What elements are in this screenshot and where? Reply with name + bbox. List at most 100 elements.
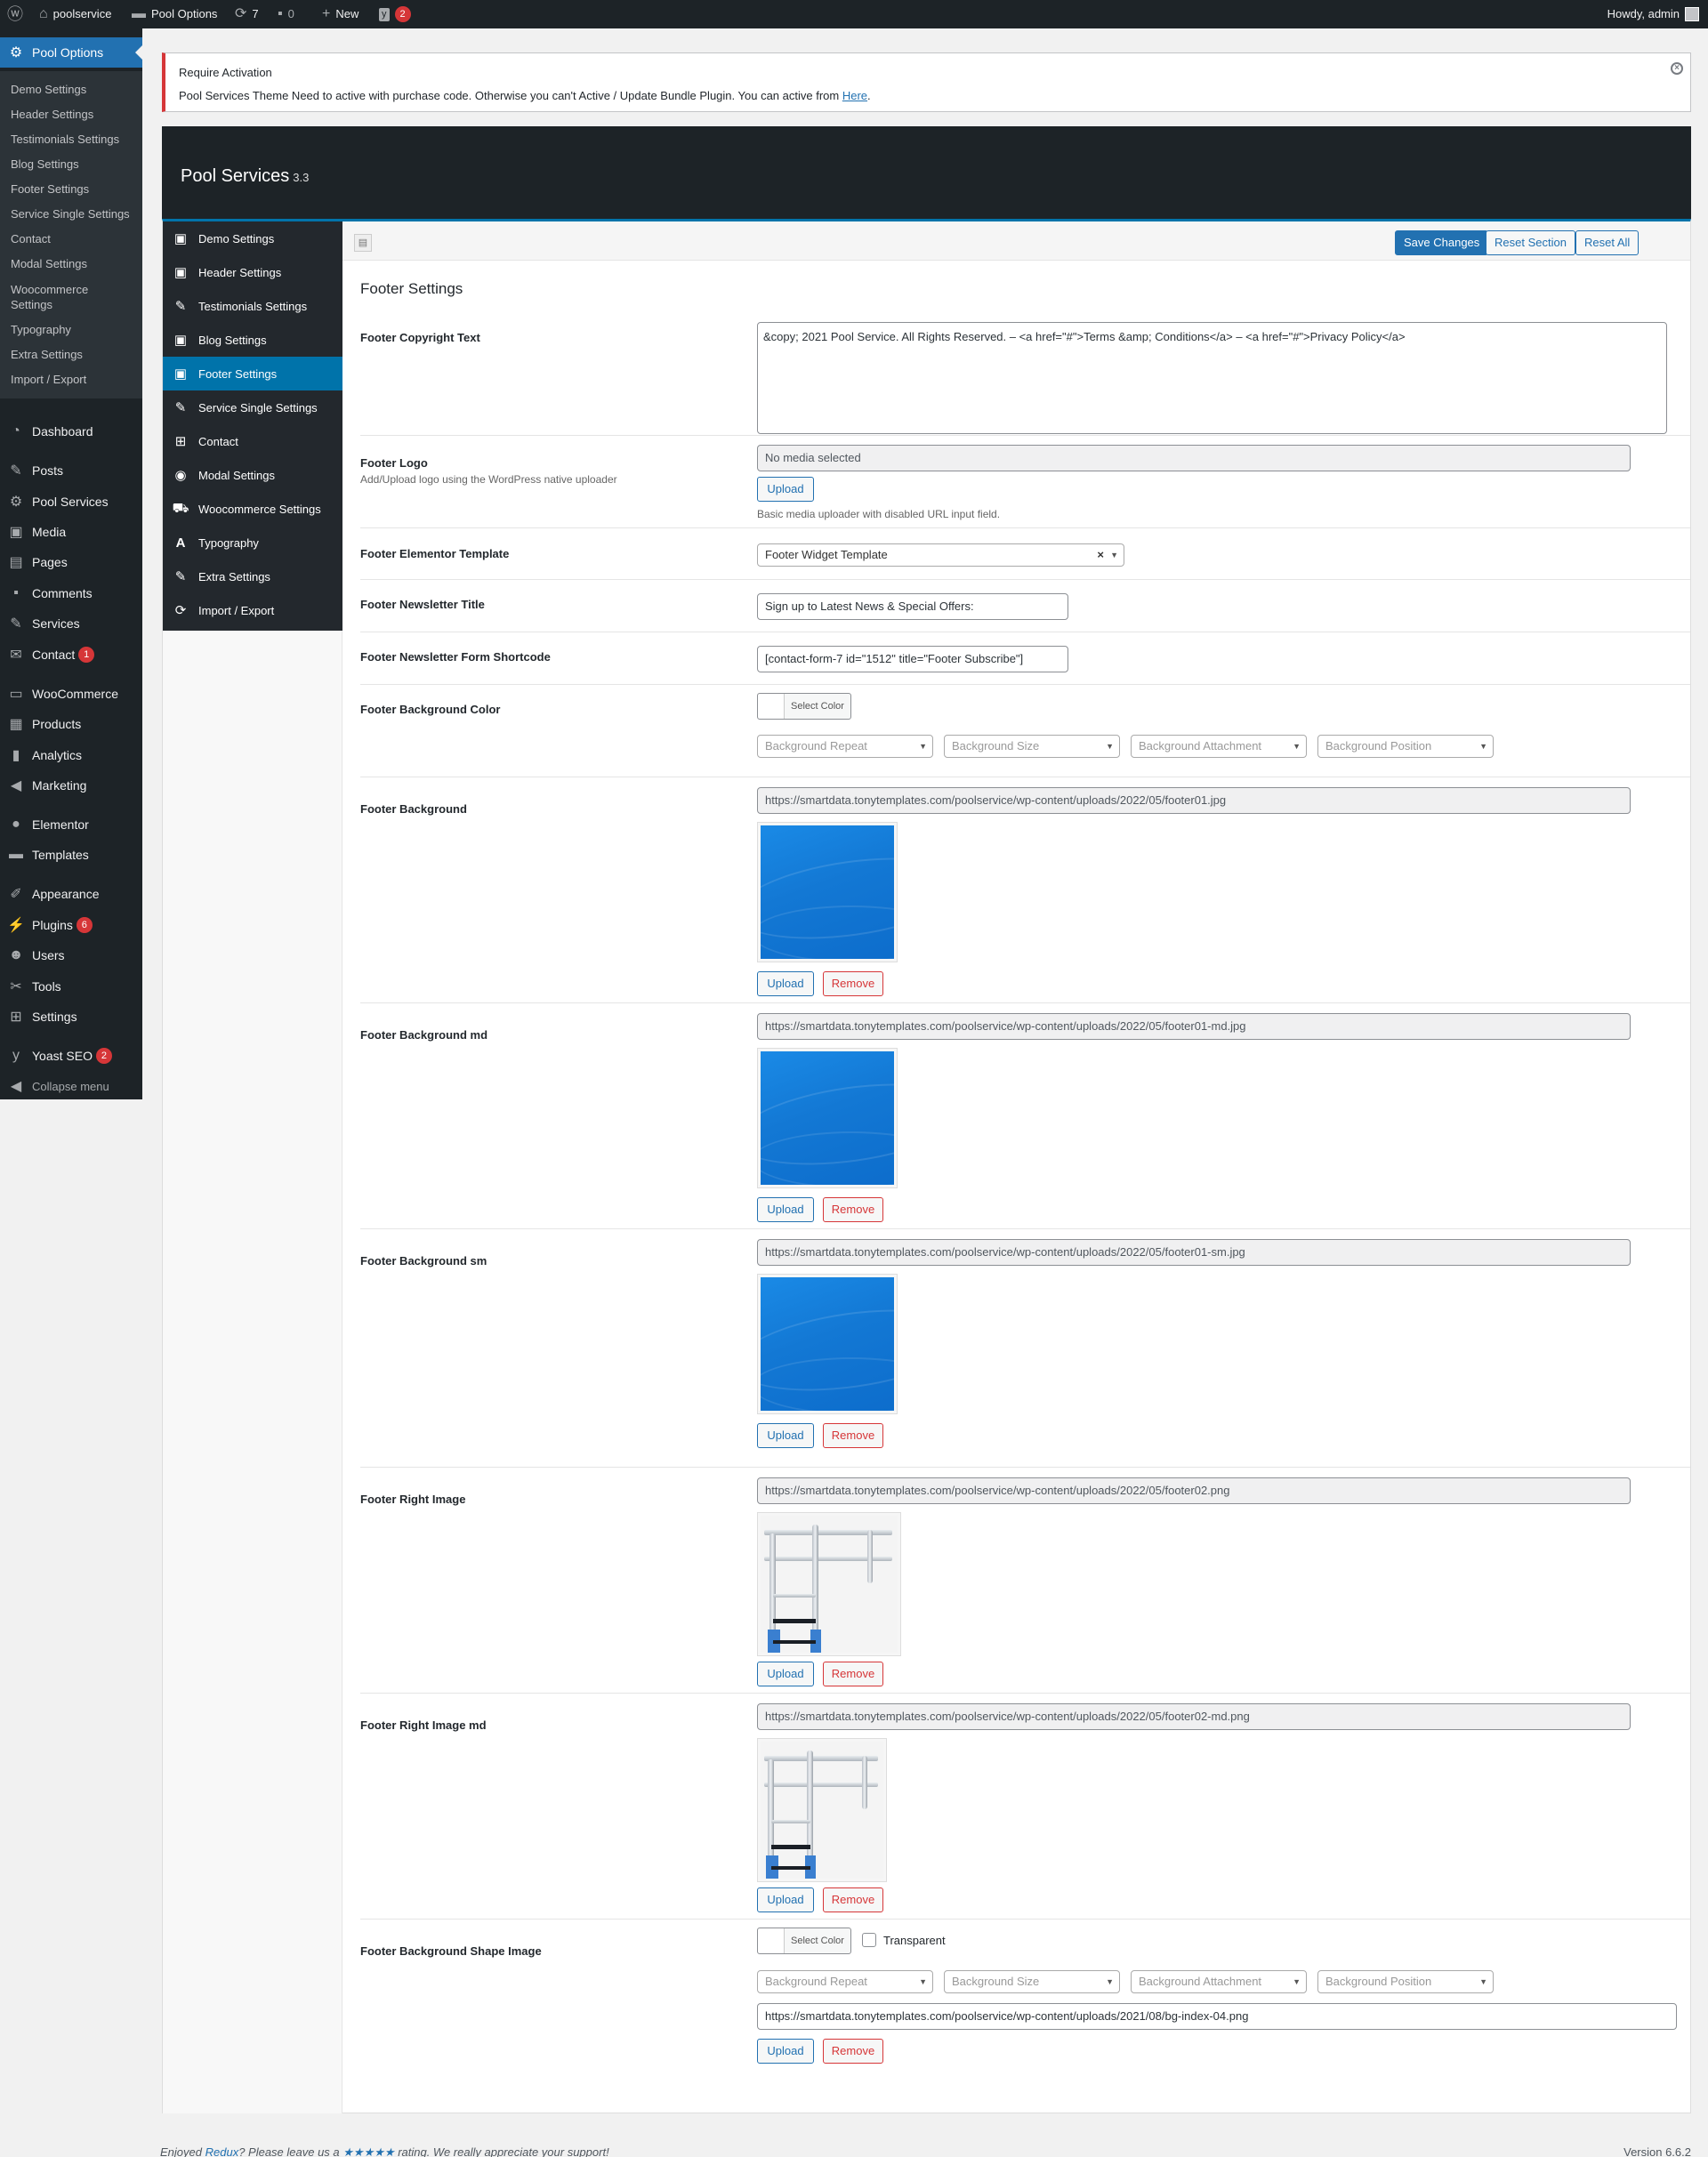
site-name-link[interactable]: ⌂ poolservice — [39, 0, 111, 28]
reset-section-button[interactable]: Reset Section — [1486, 230, 1575, 255]
menu-analytics[interactable]: ▮ Analytics — [0, 740, 142, 770]
dismiss-icon[interactable]: × — [1671, 62, 1683, 75]
footer-background-sm-upload-button[interactable]: Upload — [757, 1423, 814, 1448]
footer-right-image-url[interactable]: https://smartdata.tonytemplates.com/pool… — [757, 1477, 1631, 1504]
menu-yoast-seo[interactable]: y Yoast SEO 2 — [0, 1041, 142, 1071]
submenu-typography[interactable]: Typography — [0, 318, 142, 342]
menu-users[interactable]: ☻ Users — [0, 940, 142, 970]
menu-products[interactable]: ▦ Products — [0, 709, 142, 739]
background-size-select[interactable]: Background Size ▼ — [944, 735, 1120, 758]
shape-background-size-select[interactable]: Background Size ▼ — [944, 1970, 1120, 1993]
elementor-template-select[interactable]: Footer Widget Template × ▼ — [757, 543, 1124, 567]
nav-typography[interactable]: A Typography — [163, 526, 342, 559]
pool-options-link[interactable]: ▬ Pool Options — [132, 0, 217, 28]
nav-header-settings[interactable]: ▣ Header Settings — [163, 255, 342, 289]
menu-plugins[interactable]: ⚡ Plugins 6 — [0, 910, 142, 940]
menu-comments[interactable]: ▪ Comments — [0, 578, 142, 608]
submenu-testimonials-settings[interactable]: Testimonials Settings — [0, 127, 142, 152]
wordpress-logo-icon[interactable]: ⓦ — [7, 0, 23, 28]
nav-footer-settings[interactable]: ▣ Footer Settings — [163, 357, 342, 390]
footer-right-image-upload-button[interactable]: Upload — [757, 1662, 814, 1686]
menu-woocommerce[interactable]: ▭ WooCommerce — [0, 679, 142, 709]
copyright-textarea[interactable]: &copy; 2021 Pool Service. All Rights Res… — [757, 322, 1667, 434]
submenu-header-settings[interactable]: Header Settings — [0, 102, 142, 127]
notice-link[interactable]: Here — [842, 89, 867, 102]
shape-upload-button[interactable]: Upload — [757, 2039, 814, 2064]
submenu-blog-settings[interactable]: Blog Settings — [0, 152, 142, 177]
submenu-modal-settings[interactable]: Modal Settings — [0, 252, 142, 277]
nav-service-single-settings[interactable]: ✎ Service Single Settings — [163, 390, 342, 424]
transparent-toggle[interactable]: Transparent — [862, 1933, 946, 1947]
save-changes-button[interactable]: Save Changes — [1395, 230, 1489, 255]
nav-demo-settings[interactable]: ▣ Demo Settings — [163, 221, 342, 255]
footer-background-sm-remove-button[interactable]: Remove — [823, 1423, 883, 1448]
menu-services[interactable]: ✎ Services — [0, 608, 142, 639]
footer-background-upload-button[interactable]: Upload — [757, 971, 814, 996]
footer-right-image-md-upload-button[interactable]: Upload — [757, 1887, 814, 1912]
menu-contact[interactable]: ✉ Contact 1 — [0, 640, 142, 670]
menu-dashboard[interactable]: ◔ Dashboard — [0, 416, 142, 447]
redux-link[interactable]: Redux — [205, 2145, 239, 2157]
submenu-contact[interactable]: Contact — [0, 227, 142, 252]
shape-background-position-select[interactable]: Background Position ▼ — [1317, 1970, 1494, 1993]
nav-testimonials-settings[interactable]: ✎ Testimonials Settings — [163, 289, 342, 323]
menu-posts[interactable]: ✎ Posts — [0, 455, 142, 486]
menu-pool-options[interactable]: ⚙ Pool Options — [0, 37, 142, 68]
yoast-link[interactable]: y2 — [379, 0, 411, 28]
updates-link[interactable]: ⟳ 7 — [235, 0, 259, 28]
nav-contact[interactable]: ⊞ Contact — [163, 424, 342, 458]
background-attachment-select[interactable]: Background Attachment ▼ — [1131, 735, 1307, 758]
new-content-link[interactable]: + New — [322, 0, 359, 28]
menu-tools[interactable]: ✂ Tools — [0, 971, 142, 1002]
background-position-select[interactable]: Background Position ▼ — [1317, 735, 1494, 758]
background-color-picker[interactable]: Select Color — [757, 693, 851, 720]
logo-url-input[interactable]: No media selected — [757, 445, 1631, 471]
reset-all-button[interactable]: Reset All — [1575, 230, 1640, 255]
collapse-menu-button[interactable]: ◀ Collapse menu — [0, 1071, 142, 1101]
nav-extra-settings[interactable]: ✎ Extra Settings — [163, 559, 342, 593]
newsletter-shortcode-input[interactable]: [contact-form-7 id="1512" title="Footer … — [757, 646, 1068, 672]
footer-background-sm-url[interactable]: https://smartdata.tonytemplates.com/pool… — [757, 1239, 1631, 1266]
footer-background-md-url[interactable]: https://smartdata.tonytemplates.com/pool… — [757, 1013, 1631, 1040]
submenu-footer-settings[interactable]: Footer Settings — [0, 177, 142, 202]
menu-marketing[interactable]: ◀ Marketing — [0, 770, 142, 801]
logo-upload-button[interactable]: Upload — [757, 477, 814, 502]
menu-pages[interactable]: ▤ Pages — [0, 547, 142, 577]
shape-background-repeat-select[interactable]: Background Repeat ▼ — [757, 1970, 933, 1993]
nav-woocommerce-settings[interactable]: ⛟ Woocommerce Settings — [163, 492, 342, 526]
shape-color-picker[interactable]: Select Color — [757, 1928, 851, 1954]
footer-right-image-md-url[interactable]: https://smartdata.tonytemplates.com/pool… — [757, 1703, 1631, 1730]
field-elementor-template: Footer Elementor Template Footer Widget … — [360, 528, 1690, 580]
clear-icon[interactable]: × — [1097, 544, 1104, 566]
footer-background-md-upload-button[interactable]: Upload — [757, 1197, 814, 1222]
footer-background-remove-button[interactable]: Remove — [823, 971, 883, 996]
submenu-demo-settings[interactable]: Demo Settings — [0, 77, 142, 102]
footer-right-image-md-remove-button[interactable]: Remove — [823, 1887, 883, 1912]
submenu-extra-settings[interactable]: Extra Settings — [0, 342, 142, 367]
footer-background-md-remove-button[interactable]: Remove — [823, 1197, 883, 1222]
menu-elementor[interactable]: ● Elementor — [0, 809, 142, 840]
menu-media[interactable]: ▣ Media — [0, 517, 142, 547]
transparent-checkbox[interactable] — [862, 1933, 876, 1947]
newsletter-title-input[interactable]: Sign up to Latest News & Special Offers: — [757, 593, 1068, 620]
shape-image-url[interactable]: https://smartdata.tonytemplates.com/pool… — [757, 2003, 1677, 2030]
submenu-service-single-settings[interactable]: Service Single Settings — [0, 202, 142, 227]
nav-import-export[interactable]: ⟳ Import / Export — [163, 593, 342, 627]
rating-stars-link[interactable]: ★★★★★ — [342, 2145, 394, 2157]
footer-background-url[interactable]: https://smartdata.tonytemplates.com/pool… — [757, 787, 1631, 814]
shape-background-attachment-select[interactable]: Background Attachment ▼ — [1131, 1970, 1307, 1993]
expand-options-icon[interactable]: ▤ — [354, 234, 372, 252]
comments-link[interactable]: ▪ 0 — [278, 0, 294, 28]
background-repeat-select[interactable]: Background Repeat ▼ — [757, 735, 933, 758]
menu-templates[interactable]: ▬ Templates — [0, 840, 142, 870]
menu-appearance[interactable]: ✐ Appearance — [0, 879, 142, 909]
submenu-import-export[interactable]: Import / Export — [0, 367, 142, 392]
my-account[interactable]: Howdy, admin — [1607, 0, 1699, 28]
submenu-woocommerce-settings[interactable]: Woocommerce Settings — [0, 277, 105, 318]
nav-blog-settings[interactable]: ▣ Blog Settings — [163, 323, 342, 357]
menu-pool-services[interactable]: ⚙ Pool Services — [0, 487, 142, 517]
nav-modal-settings[interactable]: ◉ Modal Settings — [163, 458, 342, 492]
shape-remove-button[interactable]: Remove — [823, 2039, 883, 2064]
menu-settings[interactable]: ⊞ Settings — [0, 1002, 142, 1032]
footer-right-image-remove-button[interactable]: Remove — [823, 1662, 883, 1686]
